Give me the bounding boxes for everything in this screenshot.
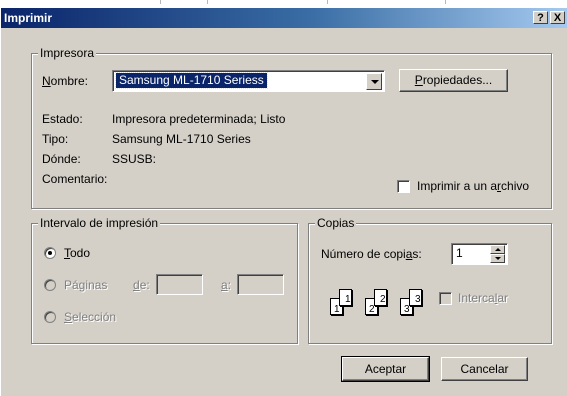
properties-button[interactable]: Propiedades...	[399, 69, 508, 92]
copies-group: Copias	[308, 216, 552, 344]
collate-label[interactable]: Intercalar	[458, 291, 508, 305]
help-button[interactable]: ?	[533, 11, 548, 24]
comment-label: Comentario:	[42, 172, 108, 186]
status-value: Impresora predeterminada; Listo	[112, 112, 286, 126]
type-label: Tipo:	[42, 132, 69, 146]
pages-label[interactable]: Páginas	[64, 278, 107, 292]
radio-selected-dot	[48, 251, 52, 255]
name-label: Nombre:	[42, 74, 89, 88]
background-tick	[327, 0, 328, 4]
title-bar[interactable]: Imprimir ? X	[1, 8, 567, 28]
copies-count-input[interactable]: 1	[451, 243, 508, 265]
printer-select[interactable]: Samsung ML-1710 Seriess	[112, 70, 385, 92]
sheet-number: 1	[334, 304, 340, 315]
copies-count-label: Número de copias:	[321, 247, 422, 261]
arrow-down-icon	[495, 257, 501, 260]
spin-up-button[interactable]	[490, 245, 505, 254]
background-tick	[160, 0, 161, 4]
to-label: a:	[221, 278, 232, 292]
print-range-group-label: Intervalo de impresión	[38, 216, 161, 230]
type-value: Samsung ML-1710 Series	[112, 132, 251, 146]
sheet-number: 1	[345, 294, 351, 305]
print-to-file-label[interactable]: Imprimir a un archivo	[417, 179, 529, 193]
background-strip	[0, 0, 567, 8]
window-title: Imprimir	[4, 11, 53, 25]
print-dialog: Imprimir ? X Impresora Nombre: Samsung M…	[0, 8, 567, 396]
selection-radio[interactable]	[44, 311, 56, 323]
all-label[interactable]: Todo	[64, 246, 90, 260]
where-value: SSUSB:	[112, 152, 157, 166]
close-button[interactable]: X	[550, 11, 565, 24]
sheet-number: 3	[415, 294, 421, 305]
background-tick	[445, 0, 446, 4]
from-page-input[interactable]	[156, 274, 203, 295]
to-page-input[interactable]	[237, 274, 284, 295]
chevron-down-icon	[371, 80, 379, 84]
sheet-number: 3	[404, 304, 410, 315]
copies-group-label: Copias	[315, 216, 357, 230]
sheet-number: 2	[380, 294, 386, 305]
printer-select-value: Samsung ML-1710 Seriess	[115, 72, 268, 89]
copies-count-value: 1	[456, 246, 463, 260]
background-tick	[207, 0, 208, 4]
cancel-button[interactable]: Cancelar	[441, 357, 528, 381]
all-radio[interactable]	[44, 247, 56, 259]
spin-down-button[interactable]	[490, 254, 505, 263]
collate-checkbox[interactable]	[439, 292, 452, 305]
arrow-up-icon	[495, 248, 501, 251]
status-label: Estado:	[42, 112, 83, 126]
ok-button[interactable]: Aceptar	[341, 356, 430, 382]
sheet-number: 2	[369, 304, 375, 315]
print-to-file-checkbox[interactable]	[397, 180, 410, 193]
where-label: Dónde:	[42, 152, 81, 166]
selection-label[interactable]: Selección	[64, 310, 116, 324]
printer-dropdown-button[interactable]	[366, 73, 382, 90]
from-label: de:	[133, 278, 150, 292]
pages-radio[interactable]	[44, 279, 56, 291]
copies-spinner[interactable]	[490, 245, 505, 263]
printer-group-label: Impresora	[38, 46, 97, 60]
